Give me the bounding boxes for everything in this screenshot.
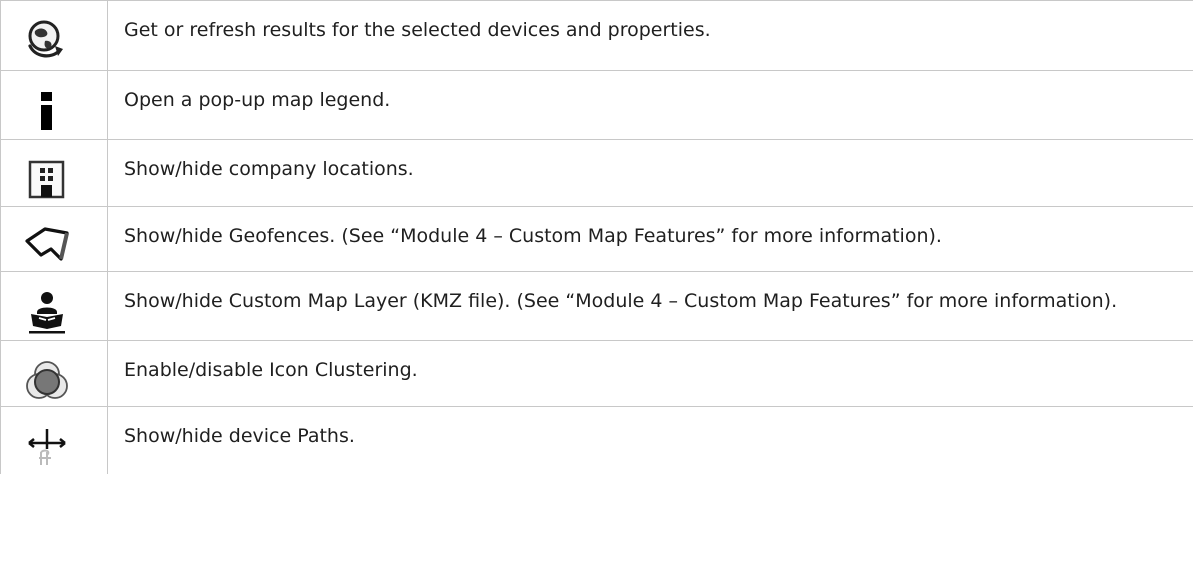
table-row: Enable/disable Icon Clustering.	[0, 341, 1193, 407]
building-icon	[28, 160, 65, 199]
table-row: Show/hide Geofences. (See “Module 4 – Cu…	[0, 207, 1193, 272]
geofence-icon	[25, 227, 69, 261]
icon-cell	[0, 407, 108, 474]
row-description: Show/hide Geofences. (See “Module 4 – Cu…	[124, 225, 942, 247]
cluster-icon	[26, 361, 68, 399]
globe-refresh-icon	[28, 20, 63, 58]
row-description: Get or refresh results for the selected …	[124, 19, 711, 41]
icon-cell	[0, 1, 108, 70]
row-description: Show/hide Custom Map Layer (KMZ file). (…	[124, 290, 1118, 312]
row-description: Show/hide device Paths.	[124, 425, 355, 447]
legend-table: Get or refresh results for the selected …	[0, 0, 1193, 474]
icon-cell	[0, 140, 108, 206]
table-row: Get or refresh results for the selected …	[0, 1, 1193, 71]
row-description: Open a pop-up map legend.	[124, 89, 391, 111]
icon-cell	[0, 272, 108, 340]
paths-icon	[28, 429, 66, 465]
table-row: Show/hide Custom Map Layer (KMZ file). (…	[0, 272, 1193, 341]
icon-cell	[0, 71, 108, 139]
row-description: Show/hide company locations.	[124, 158, 414, 180]
table-row: Open a pop-up map legend.	[0, 71, 1193, 140]
info-icon	[41, 92, 52, 130]
row-description: Enable/disable Icon Clustering.	[124, 359, 418, 381]
icon-cell	[0, 207, 108, 271]
table-row: Show/hide device Paths.	[0, 407, 1193, 474]
table-row: Show/hide company locations.	[0, 140, 1193, 207]
icon-cell	[0, 341, 108, 406]
map-layer-reader-icon	[29, 292, 65, 334]
